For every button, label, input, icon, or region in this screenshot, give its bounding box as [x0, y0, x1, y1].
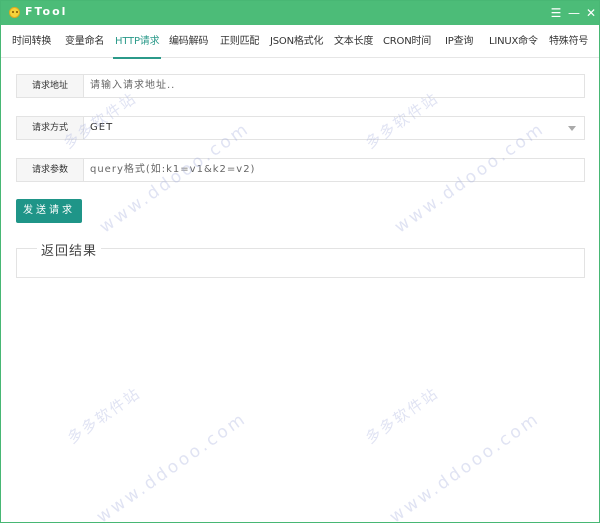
- smiley-icon: [9, 7, 20, 18]
- menu-icon[interactable]: ☰: [547, 4, 565, 22]
- tab-json-format[interactable]: JSON格式化: [270, 25, 323, 58]
- tab-time-convert[interactable]: 时间转换: [12, 25, 51, 58]
- result-panel: 返回结果: [16, 240, 585, 278]
- tab-bar: 时间转换 变量命名 HTTP请求 编码解码 正则匹配 JSON格式化 文本长度 …: [1, 25, 599, 59]
- app-window: FTool ☰ — ✕ 时间转换 变量命名 HTTP请求 编码解码 正则匹配 J…: [0, 0, 600, 523]
- app-title: FTool: [25, 5, 68, 18]
- result-legend: 返回结果: [37, 240, 102, 259]
- minimize-icon[interactable]: —: [565, 4, 583, 22]
- tab-special-symbols[interactable]: 特殊符号: [549, 25, 588, 58]
- tab-encode-decode[interactable]: 编码解码: [169, 25, 208, 58]
- tab-ip-lookup[interactable]: IP查询: [445, 25, 473, 58]
- url-row: 请求地址 请输入请求地址..: [16, 74, 585, 98]
- close-icon[interactable]: ✕: [582, 4, 600, 22]
- tab-regex-match[interactable]: 正则匹配: [220, 25, 259, 58]
- tab-cron-time[interactable]: CRON时间: [383, 25, 431, 58]
- tab-linux-command[interactable]: LINUX命令: [489, 25, 538, 58]
- tab-variable-naming[interactable]: 变量命名: [65, 25, 104, 58]
- tab-text-length[interactable]: 文本长度: [334, 25, 373, 58]
- watermark-en: www.ddooo.com: [386, 408, 544, 523]
- chevron-down-icon[interactable]: [568, 126, 576, 131]
- watermark-en: www.ddooo.com: [93, 408, 251, 523]
- title-bar: FTool ☰ — ✕: [1, 1, 599, 25]
- tab-http-request[interactable]: HTTP请求: [112, 25, 162, 59]
- watermark-cn: 多多软件站: [362, 383, 443, 448]
- params-label: 请求参数: [17, 159, 84, 181]
- watermark-cn: 多多软件站: [64, 383, 145, 448]
- send-request-button[interactable]: 发送请求: [16, 199, 82, 223]
- url-label: 请求地址: [17, 75, 84, 97]
